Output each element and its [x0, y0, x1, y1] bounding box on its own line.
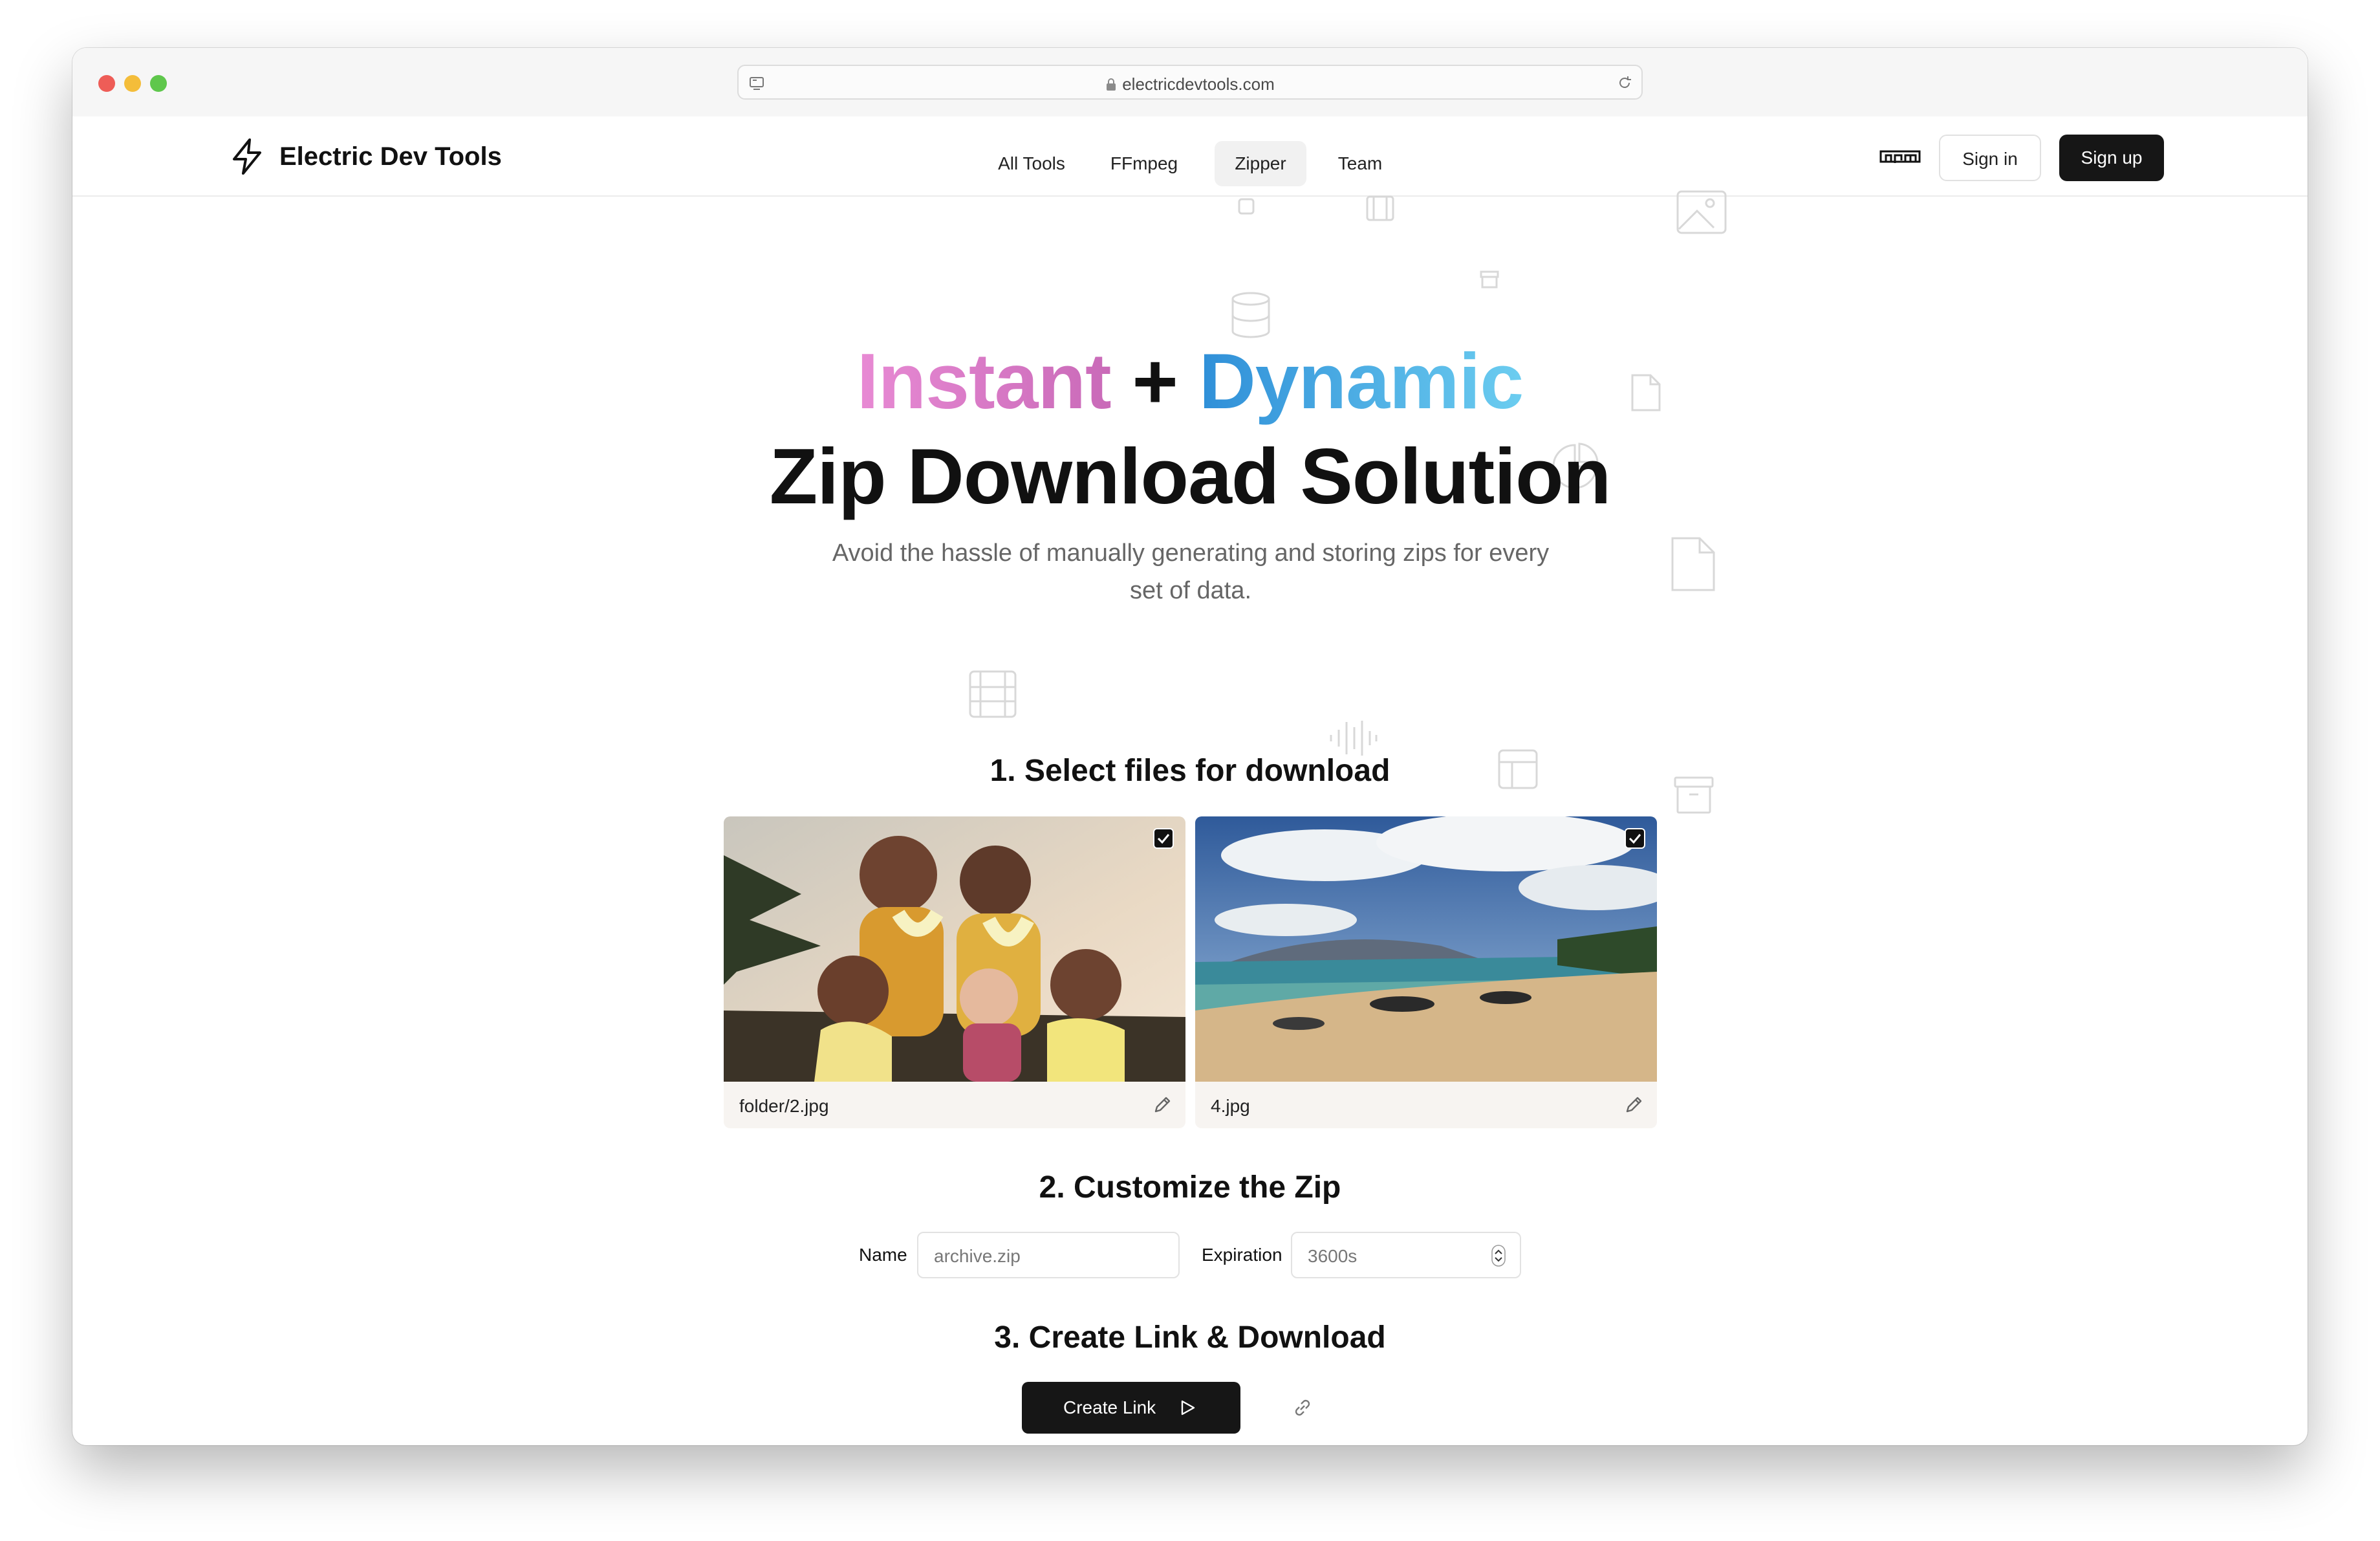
film-strip-icon — [969, 670, 1017, 718]
expiration-value: 3600s — [1308, 1246, 1358, 1266]
hero-title-line1: Instant + Dynamic — [72, 336, 2308, 426]
file-select-checkbox[interactable] — [1625, 828, 1645, 849]
pencil-icon[interactable] — [1152, 1093, 1174, 1115]
zip-name-input[interactable]: archive.zip — [917, 1232, 1180, 1278]
url-text: electricdevtools.com — [739, 74, 1641, 94]
browser-window: electricdevtools.com Electric Dev Tools … — [72, 48, 2308, 1445]
sign-up-button[interactable]: Sign up — [2059, 135, 2164, 181]
file-card[interactable]: folder/2.jpg — [724, 816, 1185, 1128]
step3-heading: 3. Create Link & Download — [994, 1320, 1386, 1355]
expiration-label: Expiration — [1202, 1245, 1282, 1265]
brand-name[interactable]: Electric Dev Tools — [279, 142, 502, 171]
step1-heading: 1. Select files for download — [990, 754, 1390, 788]
zip-name-placeholder: archive.zip — [934, 1246, 1021, 1266]
reload-icon[interactable] — [1616, 74, 1634, 92]
checkmark-icon — [1628, 834, 1641, 844]
file-name: 4.jpg — [1211, 1096, 1250, 1116]
npm-icon[interactable] — [1879, 149, 1921, 164]
play-icon — [1181, 1400, 1195, 1415]
nav-zipper[interactable]: Zipper — [1215, 141, 1306, 186]
square-icon — [1238, 198, 1255, 215]
url-value: electricdevtools.com — [1122, 74, 1275, 94]
nav-all-tools[interactable]: All Tools — [990, 141, 1074, 186]
file-thumbnail-image — [1195, 816, 1657, 1082]
checkmark-icon — [1157, 834, 1170, 844]
stepper-arrows-icon[interactable] — [1491, 1245, 1506, 1267]
hero-word-instant: Instant — [856, 337, 1112, 425]
file-name: folder/2.jpg — [739, 1096, 829, 1116]
close-window-button[interactable] — [98, 75, 115, 92]
link-icon[interactable] — [1291, 1396, 1314, 1419]
file-card-footer: folder/2.jpg — [724, 1082, 1185, 1128]
main-content: Instant + Dynamic Zip Download Solution … — [72, 190, 2308, 1445]
nav-ffmpeg[interactable]: FFmpeg — [1109, 141, 1180, 186]
step2-heading: 2. Customize the Zip — [1039, 1170, 1341, 1205]
pencil-icon[interactable] — [1623, 1093, 1645, 1115]
expiration-stepper[interactable]: 3600s — [1291, 1232, 1521, 1278]
database-icon — [1231, 292, 1270, 338]
image-icon — [1676, 190, 1727, 234]
file-select-checkbox[interactable] — [1153, 828, 1174, 849]
name-label: Name — [859, 1245, 907, 1265]
sign-in-button[interactable]: Sign in — [1939, 135, 2041, 181]
archive-small-icon — [1480, 270, 1499, 289]
film-icon — [1366, 195, 1394, 221]
minimize-window-button[interactable] — [124, 75, 141, 92]
create-link-button[interactable]: Create Link — [1022, 1382, 1240, 1434]
hero-plus: + — [1132, 337, 1178, 425]
file-card-footer: 4.jpg — [1195, 1082, 1657, 1128]
lightning-logo-icon[interactable] — [228, 137, 266, 176]
site-header: Electric Dev Tools All Tools FFmpeg Zipp… — [72, 116, 2308, 197]
file-thumbnail-image — [724, 816, 1185, 1082]
create-link-label: Create Link — [1063, 1397, 1156, 1417]
hero-title-line2: Zip Download Solution — [769, 432, 1611, 520]
nav-team[interactable]: Team — [1331, 141, 1389, 186]
address-bar[interactable]: electricdevtools.com — [737, 65, 1643, 100]
browser-titlebar: electricdevtools.com — [72, 48, 2308, 118]
file-icon — [1671, 537, 1715, 591]
lock-icon — [1107, 78, 1116, 91]
hero-word-dynamic: Dynamic — [1198, 337, 1524, 425]
hero-subtitle: Avoid the hassle of manually generating … — [832, 540, 1550, 604]
file-card[interactable]: 4.jpg — [1195, 816, 1657, 1128]
maximize-window-button[interactable] — [150, 75, 167, 92]
